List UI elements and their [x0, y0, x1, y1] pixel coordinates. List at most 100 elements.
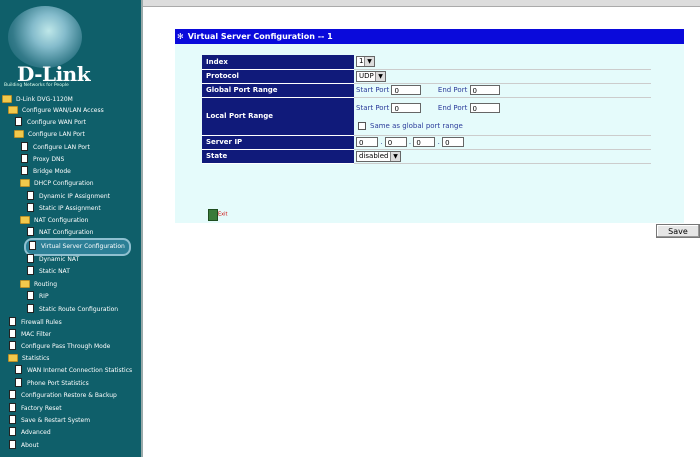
folder-icon	[20, 178, 30, 187]
same-as-global-label: Same as global port range	[370, 121, 463, 130]
sidebar-item-label: RIP	[39, 293, 49, 300]
protocol-select[interactable]: UDP ▼	[356, 70, 386, 82]
sidebar-item-label: Statistics	[22, 355, 50, 362]
sidebar-item-label: Configure WAN Port	[27, 119, 86, 126]
logo: D-Link Building Networks for People	[0, 0, 141, 88]
sidebar-item[interactable]: About	[8, 440, 39, 452]
sidebar-item-label: Advanced	[21, 429, 51, 436]
sidebar-item[interactable]: Configure Pass Through Mode	[8, 341, 110, 353]
sidebar-item[interactable]: Configure LAN Port	[14, 129, 85, 141]
local-end-port-label: End Port	[437, 103, 468, 112]
sidebar-item[interactable]: DHCP Configuration	[20, 178, 94, 190]
server-ip-octet-3[interactable]: 0	[413, 137, 436, 147]
sidebar-item[interactable]: Configuration Restore & Backup	[8, 390, 117, 402]
sidebar-item[interactable]: Dynamic IP Assignment	[26, 191, 110, 203]
sidebar-item[interactable]: Factory Reset	[8, 403, 62, 415]
exit-label: Exit	[218, 211, 228, 218]
server-ip-octet-4[interactable]: 0	[442, 137, 465, 147]
sidebar-item-label: D-Link DVG-1120M	[16, 96, 73, 103]
sidebar: D-Link Building Networks for People D-Li…	[0, 0, 143, 457]
sidebar-item-label: Phone Port Statistics	[27, 380, 89, 387]
page-icon	[21, 142, 28, 151]
sidebar-item-label: About	[21, 442, 39, 449]
sidebar-item[interactable]: Firewall Rules	[8, 317, 62, 329]
sidebar-item[interactable]: RIP	[26, 291, 49, 303]
local-end-port-input[interactable]: 0	[469, 102, 500, 113]
sidebar-item-label: Configuration Restore & Backup	[21, 392, 117, 399]
sidebar-item-label: Save & Restart System	[21, 417, 91, 424]
sidebar-item-label: Virtual Server Configuration	[41, 243, 125, 250]
page-icon	[9, 390, 16, 399]
sidebar-item[interactable]: NAT Configuration	[20, 215, 88, 227]
global-start-port-label: Start Port	[356, 86, 390, 94]
page-icon	[9, 415, 16, 424]
sidebar-item-label: MAC Filter	[21, 331, 52, 338]
page-icon	[27, 203, 34, 212]
config-panel: ✻ Virtual Server Configuration -- 1 Index…	[175, 29, 700, 238]
sidebar-item[interactable]: Save & Restart System	[8, 415, 90, 427]
sidebar-item-label: Static NAT	[39, 268, 70, 275]
sidebar-item[interactable]: Routing	[20, 279, 57, 291]
page-icon	[27, 304, 34, 313]
folder-icon	[8, 105, 18, 114]
sidebar-item-label: NAT Configuration	[34, 217, 89, 224]
star-icon: ✻	[177, 32, 184, 41]
folder-icon	[20, 215, 30, 224]
sidebar-item[interactable]: Configure LAN Port	[20, 142, 90, 154]
sidebar-item[interactable]: Proxy DNS	[20, 154, 64, 166]
sidebar-item[interactable]: Bridge Mode	[20, 166, 71, 178]
save-button[interactable]: Save	[656, 224, 700, 238]
page-icon	[27, 227, 34, 236]
page-icon	[29, 241, 36, 250]
global-end-port-input[interactable]: 0	[469, 85, 500, 95]
server-ip-octet-1[interactable]: 0	[356, 137, 378, 147]
same-as-global-checkbox[interactable]	[358, 121, 366, 130]
global-start-port-input[interactable]: 0	[391, 85, 422, 95]
page-icon	[9, 341, 16, 350]
exit-button[interactable]: Exit	[208, 204, 227, 223]
server-ip-octet-2[interactable]: 0	[384, 137, 407, 147]
globe-icon	[8, 6, 82, 68]
sidebar-item-label: Configure Pass Through Mode	[21, 343, 111, 350]
panel-title-text: Virtual Server Configuration -- 1	[187, 32, 333, 41]
local-start-port-label: Start Port	[356, 103, 390, 112]
sidebar-item[interactable]: Statistics	[8, 353, 49, 365]
folder-icon	[20, 279, 30, 288]
sidebar-item[interactable]: Configure WAN Port	[14, 117, 86, 129]
sidebar-item-label: Dynamic IP Assignment	[39, 193, 110, 200]
sidebar-item[interactable]: Dynamic NAT	[26, 254, 79, 266]
sidebar-item[interactable]: MAC Filter	[8, 329, 51, 341]
sidebar-item[interactable]: WAN Internet Connection Statistics	[14, 365, 132, 377]
sidebar-item-label: Factory Reset	[21, 405, 62, 412]
config-table: Index 1 ▼ Protocol UDP ▼ Global Port Range…	[202, 55, 651, 164]
sidebar-item-label: DHCP Configuration	[34, 180, 94, 187]
panel-title: ✻ Virtual Server Configuration -- 1	[175, 29, 684, 44]
page-icon	[15, 378, 22, 387]
local-port-range-label: Local Port Range	[202, 97, 354, 136]
main-content: ✻ Virtual Server Configuration -- 1 Index…	[143, 0, 700, 457]
protocol-label: Protocol	[202, 69, 354, 84]
local-start-port-input[interactable]: 0	[391, 102, 422, 113]
page-icon	[27, 191, 34, 200]
global-port-range-label: Global Port Range	[202, 83, 354, 98]
sidebar-item-label: Configure LAN Port	[33, 144, 90, 151]
sidebar-item-label: Dynamic NAT	[39, 256, 80, 263]
page-icon	[9, 440, 16, 449]
sidebar-item-label: Routing	[34, 281, 58, 288]
sidebar-item[interactable]: Configure WAN/LAN Access	[8, 105, 104, 117]
page-icon	[21, 154, 28, 163]
brand-tagline: Building Networks for People	[4, 83, 69, 88]
state-select[interactable]: disabled ▼	[356, 150, 401, 162]
page-icon	[27, 254, 34, 263]
sidebar-item[interactable]: Advanced	[8, 427, 51, 439]
sidebar-item[interactable]: Static Route Configuration	[26, 304, 118, 316]
server-ip-label: Server IP	[202, 135, 354, 150]
global-end-port-label: End Port	[437, 86, 468, 94]
sidebar-item-label: NAT Configuration	[39, 229, 94, 236]
index-select[interactable]: 1 ▼	[356, 56, 375, 68]
sidebar-item[interactable]: Static NAT	[26, 266, 70, 278]
index-label: Index	[202, 55, 354, 70]
sidebar-item-label: Proxy DNS	[33, 156, 65, 163]
sidebar-item[interactable]: Static IP Assignment	[26, 203, 101, 215]
sidebar-item[interactable]: Phone Port Statistics	[14, 378, 89, 390]
